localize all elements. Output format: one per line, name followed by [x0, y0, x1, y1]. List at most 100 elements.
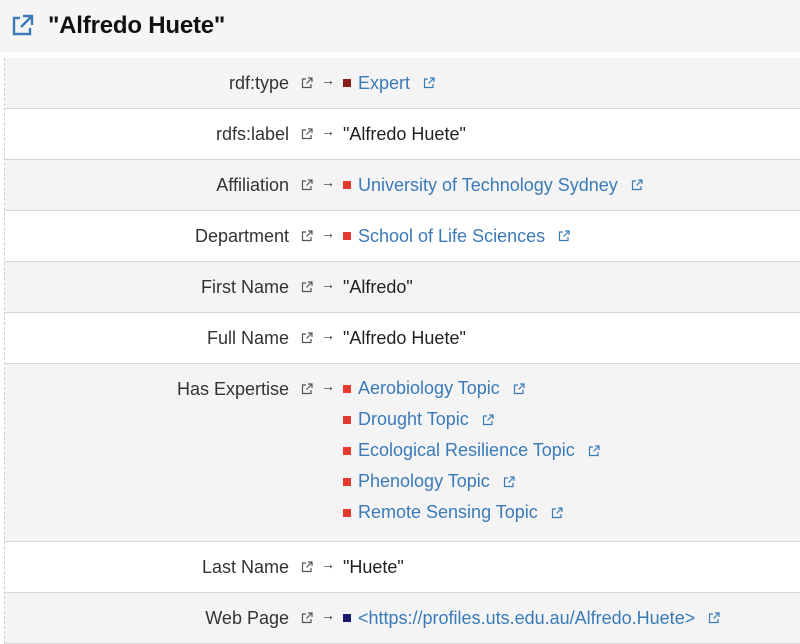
property-row: Affiliation → University of Technology Syd…	[5, 160, 800, 211]
resource-marker-icon	[343, 477, 351, 486]
external-link-icon[interactable]	[558, 230, 570, 242]
external-link-icon[interactable]	[513, 382, 525, 395]
page-header: "Alfredo Huete"	[0, 0, 800, 52]
value-link[interactable]: Phenology Topic	[358, 471, 490, 492]
property-cell: rdfs:label	[5, 109, 313, 159]
arrow-icon: →	[321, 378, 335, 394]
arrow-icon: →	[321, 556, 335, 572]
property-cell: Affiliation	[5, 160, 313, 210]
property-row: Last Name → "Huete"	[5, 542, 800, 593]
property-row: rdfs:label → "Alfredo Huete"	[5, 109, 800, 160]
resource-marker-icon	[343, 79, 351, 87]
value-item: School of Life Sciences	[343, 211, 800, 261]
value-item: "Huete"	[343, 542, 800, 592]
property-row: Department → School of Life Sciences	[5, 211, 800, 262]
property-row: Has Expertise → Aerobiology Topic Drought T…	[5, 364, 800, 542]
resource-marker-icon	[343, 614, 351, 622]
property-label[interactable]: Full Name	[207, 328, 289, 349]
external-link-icon[interactable]	[423, 77, 435, 89]
value-literal: "Alfredo Huete"	[343, 123, 466, 144]
value-link[interactable]: University of Technology Sydney	[358, 175, 618, 196]
arrow-icon: →	[321, 276, 335, 292]
resource-marker-icon	[343, 446, 351, 455]
property-cell: Last Name	[5, 542, 313, 592]
value-list: "Alfredo Huete"	[343, 313, 800, 363]
property-row: rdf:type → Expert	[5, 58, 800, 109]
property-label[interactable]: Last Name	[202, 557, 289, 578]
arrow-icon: →	[321, 327, 335, 343]
property-label[interactable]: Has Expertise	[177, 379, 289, 400]
external-link-icon[interactable]	[301, 561, 313, 573]
value-literal: "Huete"	[343, 556, 404, 577]
property-cell: Full Name	[5, 313, 313, 363]
external-link-icon[interactable]	[301, 383, 313, 395]
external-link-icon[interactable]	[301, 612, 313, 624]
value-list: "Alfredo"	[343, 262, 800, 312]
property-row: Web Page → <https://profiles.uts.edu.au/Al…	[5, 593, 800, 644]
value-link[interactable]: Drought Topic	[358, 409, 469, 430]
value-item: "Alfredo Huete"	[343, 313, 800, 363]
value-link[interactable]: Remote Sensing Topic	[358, 502, 538, 523]
value-link[interactable]: Expert	[358, 73, 410, 94]
page-title: "Alfredo Huete"	[48, 12, 226, 39]
value-item: Ecological Resilience Topic	[343, 435, 800, 466]
value-item: "Alfredo Huete"	[343, 109, 800, 159]
property-label[interactable]: rdfs:label	[216, 124, 289, 145]
value-list: Aerobiology Topic Drought Topic Ecological…	[343, 364, 800, 541]
external-link-icon[interactable]	[301, 77, 313, 89]
resource-marker-icon	[343, 181, 351, 189]
value-item: Drought Topic	[343, 404, 800, 435]
value-literal: "Alfredo Huete"	[343, 327, 466, 348]
external-link-icon[interactable]	[551, 506, 563, 519]
property-cell: rdf:type	[5, 58, 313, 108]
value-item: Aerobiology Topic	[343, 373, 800, 404]
property-label[interactable]: Affiliation	[216, 175, 289, 196]
property-label[interactable]: First Name	[201, 277, 289, 298]
external-link-icon[interactable]	[503, 475, 515, 488]
external-link-icon[interactable]	[588, 444, 600, 457]
value-list: "Huete"	[343, 542, 800, 592]
value-link[interactable]: Aerobiology Topic	[358, 378, 500, 399]
external-link-icon[interactable]	[482, 413, 494, 426]
value-list: "Alfredo Huete"	[343, 109, 800, 159]
external-link-icon[interactable]	[301, 128, 313, 140]
property-label[interactable]: rdf:type	[229, 73, 289, 94]
value-item: <https://profiles.uts.edu.au/Alfredo.Hue…	[343, 593, 800, 643]
property-cell: Has Expertise	[5, 364, 313, 414]
arrow-icon: →	[321, 174, 335, 190]
resource-marker-icon	[343, 232, 351, 240]
external-link-icon[interactable]	[301, 281, 313, 293]
resource-marker-icon	[343, 415, 351, 424]
value-item: Expert	[343, 58, 800, 108]
property-cell: Department	[5, 211, 313, 261]
value-item: University of Technology Sydney	[343, 160, 800, 210]
value-list: <https://profiles.uts.edu.au/Alfredo.Hue…	[343, 593, 800, 643]
value-link[interactable]: Ecological Resilience Topic	[358, 440, 575, 461]
value-item: Phenology Topic	[343, 466, 800, 497]
property-row: Full Name → "Alfredo Huete"	[5, 313, 800, 364]
external-link-icon[interactable]	[631, 179, 643, 191]
value-item: "Alfredo"	[343, 262, 800, 312]
property-label[interactable]: Web Page	[205, 608, 289, 629]
value-list: School of Life Sciences	[343, 211, 800, 261]
property-row: First Name → "Alfredo"	[5, 262, 800, 313]
property-label[interactable]: Department	[195, 226, 289, 247]
external-link-icon[interactable]	[301, 332, 313, 344]
property-table: rdf:type → Expert rdfs:label → "Alfredo Huete…	[4, 58, 800, 644]
value-item: Remote Sensing Topic	[343, 497, 800, 528]
property-cell: First Name	[5, 262, 313, 312]
resource-marker-icon	[343, 508, 351, 517]
external-link-icon[interactable]	[708, 612, 720, 624]
value-list: Expert	[343, 58, 800, 108]
property-cell: Web Page	[5, 593, 313, 643]
arrow-icon: →	[321, 607, 335, 623]
resource-marker-icon	[343, 384, 351, 393]
value-literal: "Alfredo"	[343, 276, 413, 297]
value-link[interactable]: School of Life Sciences	[358, 226, 545, 247]
external-link-icon[interactable]	[10, 14, 34, 38]
arrow-icon: →	[321, 225, 335, 241]
external-link-icon[interactable]	[301, 179, 313, 191]
value-link[interactable]: <https://profiles.uts.edu.au/Alfredo.Hue…	[358, 608, 695, 629]
arrow-icon: →	[321, 123, 335, 139]
external-link-icon[interactable]	[301, 230, 313, 242]
